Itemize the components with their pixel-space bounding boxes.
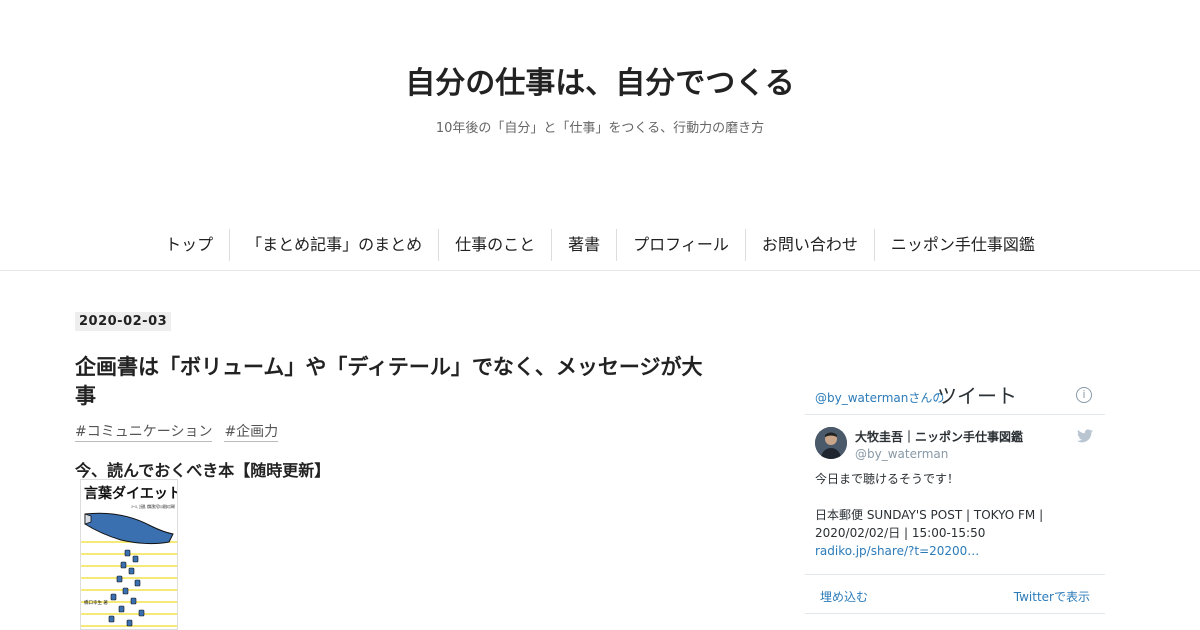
global-nav: トップ 「まとめ記事」のまとめ 仕事のこと 著書 プロフィール お問い合わせ ニ… (0, 229, 1200, 261)
site-header: 自分の仕事は、自分でつくる 10年後の「自分」と「仕事」をつくる、行動力の磨き方… (0, 0, 1200, 271)
tweet-author-name[interactable]: 大牧圭吾｜ニッポン手仕事図鑑 (855, 428, 1023, 445)
tag-planning[interactable]: #企画力 (224, 423, 279, 442)
book-subtitle-text: メール、企画書、就職活動が変わる最強の文章術 (131, 503, 175, 509)
embed-button[interactable]: 埋め込む (820, 588, 868, 605)
tag-communication[interactable]: #コミュニケーション (75, 423, 213, 442)
nav-item-handicraft[interactable]: ニッポン手仕事図鑑 (875, 229, 1051, 261)
view-on-twitter-link[interactable]: Twitterで表示 (1014, 588, 1090, 605)
nav-item-profile[interactable]: プロフィール (617, 229, 746, 261)
book-title-text: 言葉ダイエット (84, 485, 178, 502)
site-title[interactable]: 自分の仕事は、自分でつくる (0, 58, 1200, 102)
avatar-icon (815, 427, 847, 459)
twitter-header-title: ツイート (937, 384, 1017, 408)
twitter-header-handle[interactable]: @by_watermanさんの (815, 389, 944, 406)
avatar[interactable] (815, 427, 847, 459)
book-cover-image[interactable]: 言葉ダイエット メール、企画書、就職活動が変わる最強の文章術 橋口幸生 著 (80, 479, 178, 630)
twitter-widget-footer: 埋め込む Twitterで表示 (805, 574, 1105, 614)
twitter-bird-icon[interactable] (1077, 429, 1093, 443)
tweet-body: 今日まで聴けるそうです！ 日本郵便 SUNDAY'S POST | TOKYO … (815, 472, 1044, 540)
book-cover-illustration: 言葉ダイエット メール、企画書、就職活動が変わる最強の文章術 橋口幸生 著 (81, 485, 178, 627)
site-description: 10年後の「自分」と「仕事」をつくる、行動力の磨き方 (435, 121, 765, 136)
nav-item-top[interactable]: トップ (149, 229, 231, 261)
entry-tags: #コミュニケーション #企画力 (75, 423, 279, 442)
nav-item-work[interactable]: 仕事のこと (439, 229, 553, 261)
entry-title[interactable]: 企画書は「ボリューム」や「ディテール」でなく、メッセージが大事 (75, 353, 715, 411)
nav-item-summary[interactable]: 「まとめ記事」のまとめ (230, 229, 440, 261)
entry-date[interactable]: 2020-02-03 (75, 312, 172, 331)
book-author-text: 橋口幸生 著 (84, 599, 108, 606)
tweet-link[interactable]: radiko.jp/share/?t=20200… (815, 544, 979, 558)
nav-item-books[interactable]: 著書 (552, 229, 618, 261)
twitter-timeline-widget: @by_watermanさんの ツイート i 大牧圭吾｜ニッポン手仕事図鑑 @b… (805, 377, 1105, 630)
section-heading: 今、読んでおくべき本【随時更新】 (75, 461, 331, 480)
twitter-widget-header: @by_watermanさんの ツイート i (805, 377, 1105, 415)
nav-item-contact[interactable]: お問い合わせ (746, 229, 875, 261)
tweet-author-handle[interactable]: @by_waterman (855, 447, 948, 461)
info-icon[interactable]: i (1076, 387, 1092, 403)
tweet-text: 今日まで聴けるそうです！ 日本郵便 SUNDAY'S POST | TOKYO … (815, 470, 1085, 560)
